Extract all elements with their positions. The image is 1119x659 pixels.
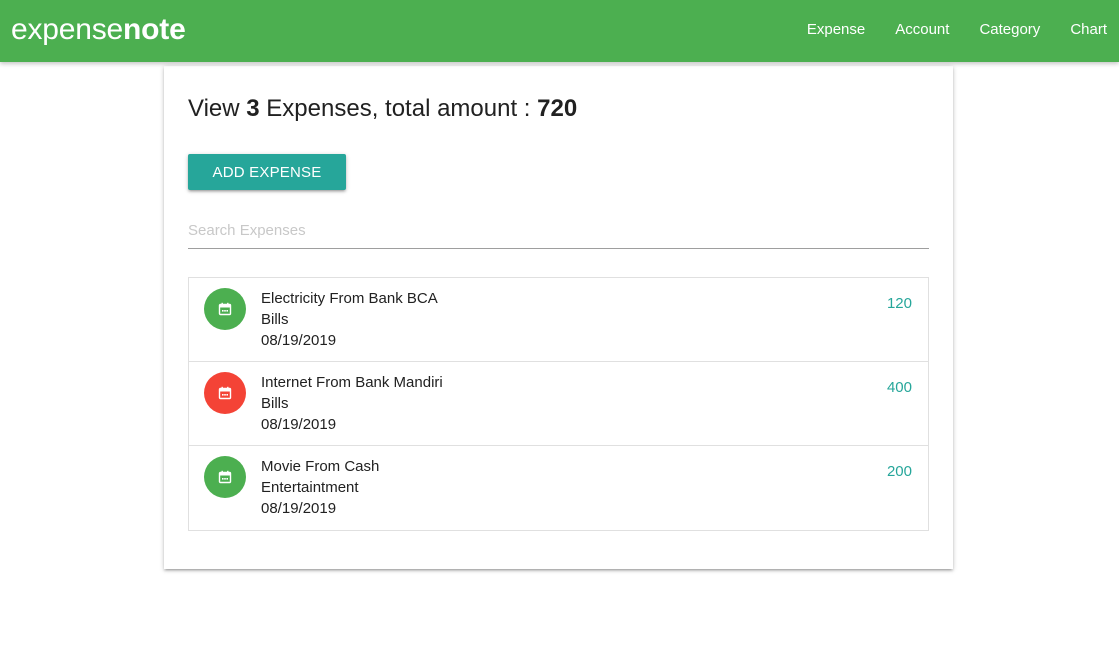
nav-link-category[interactable]: Category — [979, 20, 1040, 42]
top-navbar: expensenote Expense Account Category Cha… — [0, 0, 1119, 62]
expense-title: Internet From Bank Mandiri — [261, 374, 443, 391]
expense-item[interactable]: Movie From Cash Entertaintment 08/19/201… — [189, 446, 928, 530]
expense-item[interactable]: Electricity From Bank BCA Bills 08/19/20… — [189, 278, 928, 362]
expense-amount: 200 — [886, 463, 912, 480]
expense-item[interactable]: Internet From Bank Mandiri Bills 08/19/2… — [189, 362, 928, 446]
expense-icon-circle — [204, 288, 246, 330]
brand-text-note: note — [123, 13, 186, 46]
expense-date: 08/19/2019 — [261, 416, 337, 433]
expense-list: Electricity From Bank BCA Bills 08/19/20… — [188, 277, 929, 531]
expense-date: 08/19/2019 — [261, 500, 337, 517]
search-input[interactable] — [188, 212, 929, 249]
expense-title: Movie From Cash — [261, 458, 380, 475]
expense-details: Movie From Cash Entertaintment 08/19/201… — [261, 456, 379, 519]
nav-link-expense[interactable]: Expense — [807, 20, 865, 42]
add-expense-button[interactable]: ADD EXPENSE — [188, 154, 346, 190]
expense-category: Bills — [261, 395, 289, 412]
expense-amount: 400 — [886, 379, 912, 396]
nav-link-chart[interactable]: Chart — [1070, 20, 1107, 42]
brand-logo[interactable]: expensenote — [11, 12, 186, 48]
total-amount: 720 — [537, 95, 578, 122]
expense-details: Internet From Bank Mandiri Bills 08/19/2… — [261, 372, 443, 435]
expense-date: 08/19/2019 — [261, 332, 337, 349]
expense-icon-circle — [204, 456, 246, 498]
page-title: View 3 Expenses, total amount : 720 — [188, 94, 577, 124]
expense-count: 3 — [246, 95, 260, 122]
calendar-icon — [218, 386, 232, 400]
expense-amount: 120 — [886, 295, 912, 312]
calendar-icon — [218, 302, 232, 316]
title-middle: Expenses, total amount : — [266, 95, 531, 122]
expense-icon-circle — [204, 372, 246, 414]
expense-title: Electricity From Bank BCA — [261, 290, 438, 307]
expense-details: Electricity From Bank BCA Bills 08/19/20… — [261, 288, 438, 351]
title-prefix: View — [188, 95, 240, 122]
expenses-card: View 3 Expenses, total amount : 720 ADD … — [164, 66, 953, 569]
brand-text-expense: expense — [11, 13, 124, 46]
calendar-icon — [218, 470, 232, 484]
nav-link-account[interactable]: Account — [895, 20, 949, 42]
expense-category: Entertaintment — [261, 479, 359, 496]
expense-category: Bills — [261, 311, 289, 328]
nav-links: Expense Account Category Chart — [777, 0, 1107, 62]
